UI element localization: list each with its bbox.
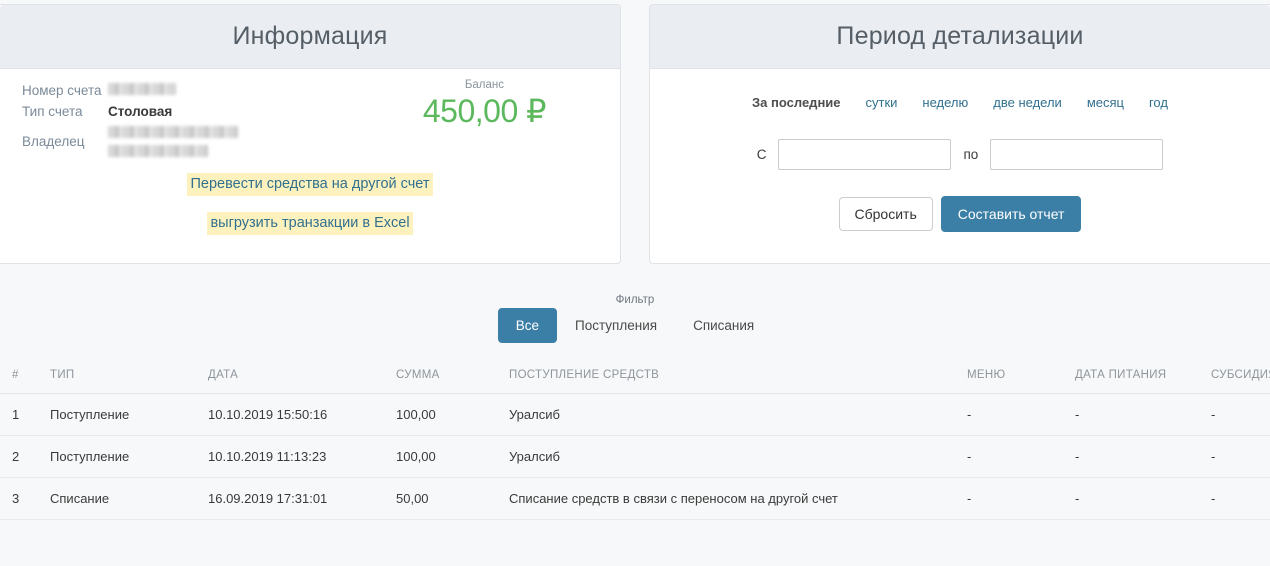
cell-date: 16.09.2019 17:31:01: [204, 478, 392, 520]
balance-label: Баланс: [423, 79, 546, 91]
cell-source: Уралсиб: [505, 394, 963, 436]
column-header-source: ПОСТУПЛЕНИЕ СРЕДСТВ: [505, 361, 963, 394]
cell-number: 1: [0, 394, 46, 436]
cell-date: 10.10.2019 15:50:16: [204, 394, 392, 436]
quick-period-day[interactable]: сутки: [866, 95, 898, 110]
info-panel-body: Номер счета Тип счета Столовая Владелец: [0, 69, 620, 265]
date-range-row: С по: [650, 139, 1270, 170]
balance-block: Баланс 450,00 ₽: [423, 79, 546, 130]
table-row: 2 Поступление 10.10.2019 11:13:23 100,00…: [0, 436, 1270, 478]
account-number-row: Номер счета: [22, 83, 238, 98]
info-panel: Информация Номер счета Тип счета Столова…: [0, 4, 621, 264]
table-row: 1 Поступление 10.10.2019 15:50:16 100,00…: [0, 394, 1270, 436]
filter-option-income[interactable]: Поступления: [557, 308, 675, 343]
account-number-label: Номер счета: [22, 84, 108, 98]
quick-period-month[interactable]: месяц: [1087, 95, 1124, 110]
table-header-row: # ТИП ДАТА СУММА ПОСТУПЛЕНИЕ СРЕДСТВ МЕН…: [0, 361, 1270, 394]
quick-period-two-weeks[interactable]: две недели: [993, 95, 1062, 110]
build-report-button[interactable]: Составить отчет: [941, 196, 1082, 232]
cell-sum: 100,00: [392, 436, 505, 478]
transactions-table-body: 1 Поступление 10.10.2019 15:50:16 100,00…: [0, 394, 1270, 520]
period-panel-header: Период детализации: [650, 5, 1270, 69]
column-header-subsidy: СУБСИДИЯ: [1207, 361, 1270, 394]
cell-number: 2: [0, 436, 46, 478]
date-to-input[interactable]: [990, 139, 1163, 170]
cell-menu: -: [963, 394, 1071, 436]
balance-value: 450,00 ₽: [423, 92, 546, 130]
column-header-sum: СУММА: [392, 361, 505, 394]
cell-source: Списание средств в связи с переносом на …: [505, 478, 963, 520]
quick-period-week[interactable]: неделю: [922, 95, 968, 110]
cell-meal-date: -: [1071, 436, 1207, 478]
column-header-date: ДАТА: [204, 361, 392, 394]
top-panels: Информация Номер счета Тип счета Столова…: [0, 0, 1270, 264]
cell-sum: 100,00: [392, 394, 505, 436]
period-panel-title: Период детализации: [836, 22, 1083, 51]
account-type-row: Тип счета Столовая: [22, 105, 238, 119]
cell-meal-date: -: [1071, 394, 1207, 436]
quick-period-row: За последние сутки неделю две недели мес…: [650, 69, 1270, 110]
cell-sum: 50,00: [392, 478, 505, 520]
transfer-funds-link[interactable]: Перевести средства на другой счет: [187, 173, 432, 196]
column-header-meal-date: ДАТА ПИТАНИЯ: [1071, 361, 1207, 394]
account-fields: Номер счета Тип счета Столовая Владелец: [22, 83, 238, 164]
info-panel-title: Информация: [232, 22, 387, 51]
quick-period-label: За последние: [752, 95, 840, 110]
account-type-label: Тип счета: [22, 105, 108, 119]
export-excel-link-row: выгрузить транзакции в Excel: [0, 212, 620, 235]
period-panel-body: За последние сутки неделю две недели мес…: [650, 69, 1270, 265]
cell-subsidy: -: [1207, 394, 1270, 436]
cell-type: Списание: [46, 478, 204, 520]
date-to-label: по: [963, 147, 978, 162]
transactions-table-wrap: # ТИП ДАТА СУММА ПОСТУПЛЕНИЕ СРЕДСТВ МЕН…: [0, 361, 1270, 520]
transactions-table-head: # ТИП ДАТА СУММА ПОСТУПЛЕНИЕ СРЕДСТВ МЕН…: [0, 361, 1270, 394]
info-panel-header: Информация: [0, 5, 620, 69]
period-actions: Сбросить Составить отчет: [650, 196, 1270, 232]
column-header-number: #: [0, 361, 46, 394]
account-type-value: Столовая: [108, 105, 172, 119]
reset-button[interactable]: Сбросить: [839, 197, 933, 231]
period-panel: Период детализации За последние сутки не…: [649, 4, 1270, 264]
date-from-input[interactable]: [778, 139, 951, 170]
filter-label: Фильтр: [0, 294, 1270, 306]
account-number-value-redacted: [108, 83, 176, 95]
cell-type: Поступление: [46, 436, 204, 478]
cell-meal-date: -: [1071, 478, 1207, 520]
filter-section: Фильтр Все Поступления Списания: [0, 294, 1270, 343]
column-header-type: ТИП: [46, 361, 204, 394]
export-transactions-excel-link[interactable]: выгрузить транзакции в Excel: [207, 212, 412, 235]
transfer-funds-link-row: Перевести средства на другой счет: [0, 173, 620, 196]
cell-subsidy: -: [1207, 478, 1270, 520]
cell-date: 10.10.2019 11:13:23: [204, 436, 392, 478]
cell-menu: -: [963, 478, 1071, 520]
account-owner-label: Владелец: [22, 135, 108, 149]
cell-type: Поступление: [46, 394, 204, 436]
quick-period-year[interactable]: год: [1149, 95, 1168, 110]
filter-option-expense[interactable]: Списания: [675, 308, 772, 343]
date-from-label: С: [757, 147, 767, 162]
cell-menu: -: [963, 436, 1071, 478]
filter-button-group: Все Поступления Списания: [498, 308, 773, 343]
account-detail-page: Информация Номер счета Тип счета Столова…: [0, 0, 1270, 566]
table-row: 3 Списание 16.09.2019 17:31:01 50,00 Спи…: [0, 478, 1270, 520]
filter-option-all[interactable]: Все: [498, 308, 557, 343]
column-header-menu: МЕНЮ: [963, 361, 1071, 394]
owner-line-1-redacted: [108, 126, 238, 138]
cell-number: 3: [0, 478, 46, 520]
transactions-table: # ТИП ДАТА СУММА ПОСТУПЛЕНИЕ СРЕДСТВ МЕН…: [0, 361, 1270, 520]
info-panel-links: Перевести средства на другой счет выгруз…: [0, 173, 620, 235]
account-owner-value-redacted: [108, 126, 238, 157]
cell-subsidy: -: [1207, 436, 1270, 478]
account-owner-row: Владелец: [22, 126, 238, 157]
cell-source: Уралсиб: [505, 436, 963, 478]
owner-line-2-redacted: [108, 145, 208, 157]
